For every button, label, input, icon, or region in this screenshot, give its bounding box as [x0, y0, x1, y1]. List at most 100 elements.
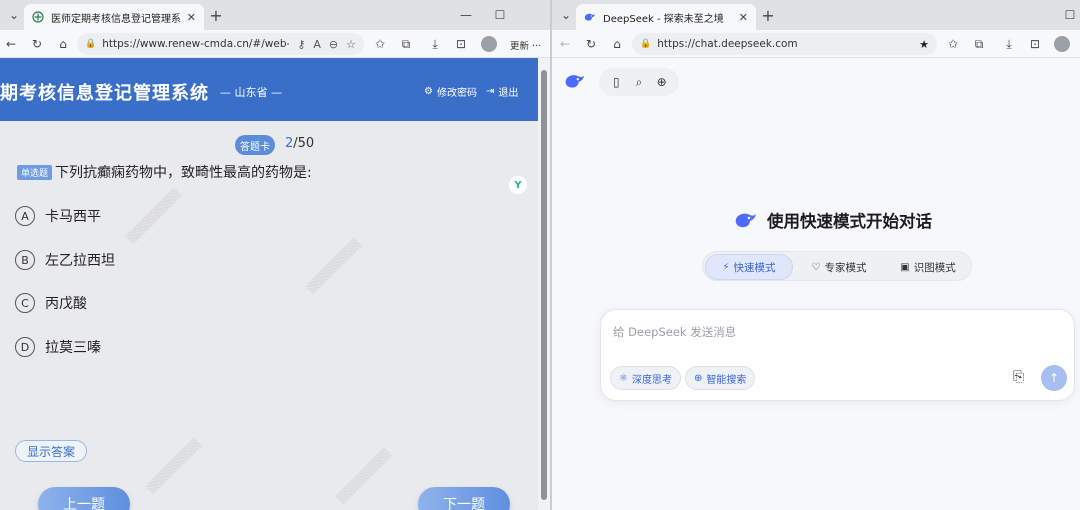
- exam-browser-window: ⌄ 医师定期考核信息登记管理系统 ✕ + — ☐ ← ↻ ⌂ 🔒 https:/…: [0, 0, 550, 510]
- navigation-bar: ← ↻ ⌂ 🔒 https://www.renew-cmda.cn/#/web-…: [0, 30, 550, 58]
- page-scrollbar-thumb[interactable]: [541, 70, 547, 500]
- back-arrow-icon[interactable]: ←: [556, 35, 574, 53]
- option-letter: A: [15, 206, 35, 226]
- refresh-icon[interactable]: ↻: [28, 35, 46, 53]
- favorite-star-icon[interactable]: ☆: [346, 38, 356, 51]
- tab-deepseek[interactable]: DeepSeek - 探索未至之境 ✕: [576, 4, 756, 30]
- web-search-toggle[interactable]: ⊕ 智能搜索: [685, 366, 756, 390]
- screenshot-icon[interactable]: ⊡: [452, 35, 470, 53]
- favorites-icon[interactable]: ✩: [371, 35, 389, 53]
- welcome-heading: 使用快速模式开始对话: [734, 208, 932, 232]
- search-icon[interactable]: ⌕: [630, 73, 648, 91]
- system-header: 期考核信息登记管理系统 — 山东省 — ⚙ 修改密码 ⇥ 退出: [0, 58, 538, 121]
- navigation-bar: ← ↻ ⌂ 🔒 https://chat.deepseek.com ★ ✩ ⧉ …: [552, 30, 1080, 58]
- option-d[interactable]: D 拉莫三嗪: [15, 337, 101, 357]
- downloads-icon[interactable]: ⤓: [426, 35, 444, 53]
- message-input[interactable]: [613, 322, 993, 342]
- attach-file-icon[interactable]: ⎘: [1013, 369, 1024, 385]
- address-url: https://www.renew-cmda.cn/#/web-...: [102, 38, 290, 50]
- deep-think-label: 深度思考: [631, 374, 672, 386]
- tab-title: 医师定期考核信息登记管理系统: [51, 13, 181, 25]
- close-tab-icon[interactable]: ✕: [739, 11, 748, 24]
- minimize-button[interactable]: —: [456, 6, 476, 24]
- home-icon[interactable]: ⌂: [608, 35, 626, 53]
- question-progress: 2/50: [285, 136, 314, 151]
- previous-question-button[interactable]: 上一题: [38, 487, 130, 510]
- question-type-badge: 单选题: [17, 165, 53, 180]
- option-text: 丙戊酸: [45, 296, 87, 312]
- show-answer-button[interactable]: 显示答案: [15, 440, 87, 462]
- mode-expert[interactable]: ♡ 专家模式: [795, 254, 883, 280]
- option-b[interactable]: B 左乙拉西坦: [15, 250, 115, 270]
- option-letter: B: [15, 250, 35, 270]
- next-question-button[interactable]: 下一题: [418, 487, 510, 510]
- lock-icon: 🔒: [640, 39, 652, 49]
- province-label: — 山东省 —: [220, 86, 282, 99]
- send-button[interactable]: ↑: [1041, 365, 1067, 391]
- answer-sheet-button[interactable]: 答题卡: [235, 135, 275, 155]
- change-password-link[interactable]: ⚙ 修改密码: [424, 84, 477, 99]
- address-url: https://chat.deepseek.com: [657, 38, 798, 50]
- assistant-y-icon[interactable]: Y: [509, 176, 527, 194]
- extensions-icon[interactable]: ⧉: [970, 35, 988, 53]
- image-icon: ▣: [900, 261, 910, 273]
- profile-avatar[interactable]: [481, 36, 497, 52]
- progress-total: /50: [293, 136, 315, 151]
- deepseek-browser-window: ⌄ DeepSeek - 探索未至之境 ✕ + ☐ ← ↻ ⌂ 🔒 https:…: [552, 0, 1080, 510]
- watermark: ▒▒▒▒▒▒▒▒▒: [335, 448, 393, 506]
- close-tab-icon[interactable]: ✕: [187, 11, 196, 24]
- mode-image[interactable]: ▣ 识图模式: [885, 254, 971, 280]
- translate-icon[interactable]: A: [313, 38, 321, 51]
- tab-list-chevron-icon[interactable]: ⌄: [4, 6, 24, 24]
- option-text: 拉莫三嗪: [45, 340, 101, 356]
- more-menu-icon[interactable]: ···: [532, 41, 541, 52]
- option-a[interactable]: A 卡马西平: [15, 206, 101, 226]
- key-icon[interactable]: ⚷: [297, 38, 305, 51]
- deep-think-toggle[interactable]: ⚛ 深度思考: [610, 366, 681, 390]
- extensions-icon[interactable]: ⧉: [397, 35, 415, 53]
- maximize-button[interactable]: ☐: [1060, 6, 1080, 24]
- deepseek-favicon-icon: [584, 11, 596, 23]
- system-title: 期考核信息登记管理系统: [0, 83, 209, 104]
- watermark: ▒▒▒▒▒▒▒▒▒: [145, 438, 203, 496]
- diamond-icon: ♡: [811, 261, 821, 273]
- option-c[interactable]: C 丙戊酸: [15, 293, 87, 313]
- update-label: 更新: [510, 41, 530, 52]
- profile-avatar[interactable]: [1054, 36, 1070, 52]
- favorites-icon[interactable]: ✩: [944, 35, 962, 53]
- lightning-icon: ⚡: [722, 261, 730, 273]
- tab-exam-system[interactable]: 医师定期考核信息登记管理系统 ✕: [24, 4, 204, 30]
- refresh-icon[interactable]: ↻: [582, 35, 600, 53]
- new-tab-button[interactable]: +: [758, 6, 778, 25]
- mode-label: 快速模式: [733, 261, 776, 274]
- home-icon[interactable]: ⌂: [54, 35, 72, 53]
- deepseek-logo-icon[interactable]: [564, 72, 586, 90]
- logout-link[interactable]: ⇥ 退出: [486, 84, 518, 99]
- screenshot-icon[interactable]: ⊡: [1026, 35, 1044, 53]
- address-bar[interactable]: 🔒 https://www.renew-cmda.cn/#/web-... ⚷ …: [77, 33, 364, 55]
- address-bar[interactable]: 🔒 https://chat.deepseek.com ★: [632, 33, 937, 55]
- option-letter: D: [15, 337, 35, 357]
- chat-composer: ⚛ 深度思考 ⊕ 智能搜索 ⎘ ↑: [600, 309, 1075, 401]
- tab-strip: ⌄ 医师定期考核信息登记管理系统 ✕ + — ☐: [0, 0, 550, 30]
- tab-list-chevron-icon[interactable]: ⌄: [556, 6, 576, 24]
- back-arrow-icon[interactable]: ←: [2, 35, 20, 53]
- mode-label: 识图模式: [913, 261, 956, 274]
- mode-fast[interactable]: ⚡ 快速模式: [705, 254, 793, 280]
- maximize-button[interactable]: ☐: [490, 6, 510, 24]
- atom-icon: ⚛: [619, 372, 628, 384]
- tab-title: DeepSeek - 探索未至之境: [603, 13, 724, 25]
- deepseek-page: ▯ ⌕ ⊕ 使用快速模式开始对话 ⚡ 快速模式 ♡ 专家模式 ▣ 识图模式 给 …: [552, 58, 1080, 510]
- lock-icon: 🔒: [85, 39, 97, 49]
- new-tab-button[interactable]: +: [206, 6, 226, 25]
- watermark: ▒▒▒▒▒▒▒▒▒: [305, 238, 363, 296]
- update-button[interactable]: 更新 ···: [510, 38, 541, 52]
- zoom-icon[interactable]: ⊖: [329, 38, 338, 51]
- favorite-star-filled-icon[interactable]: ★: [919, 38, 929, 51]
- mode-selector: ⚡ 快速模式 ♡ 专家模式 ▣ 识图模式: [702, 251, 972, 281]
- site-favicon-icon: [32, 11, 44, 23]
- globe-icon: ⊕: [694, 372, 703, 384]
- downloads-icon[interactable]: ⤓: [1000, 35, 1018, 53]
- new-chat-icon[interactable]: ⊕: [653, 73, 671, 91]
- sidebar-toggle-icon[interactable]: ▯: [607, 73, 625, 91]
